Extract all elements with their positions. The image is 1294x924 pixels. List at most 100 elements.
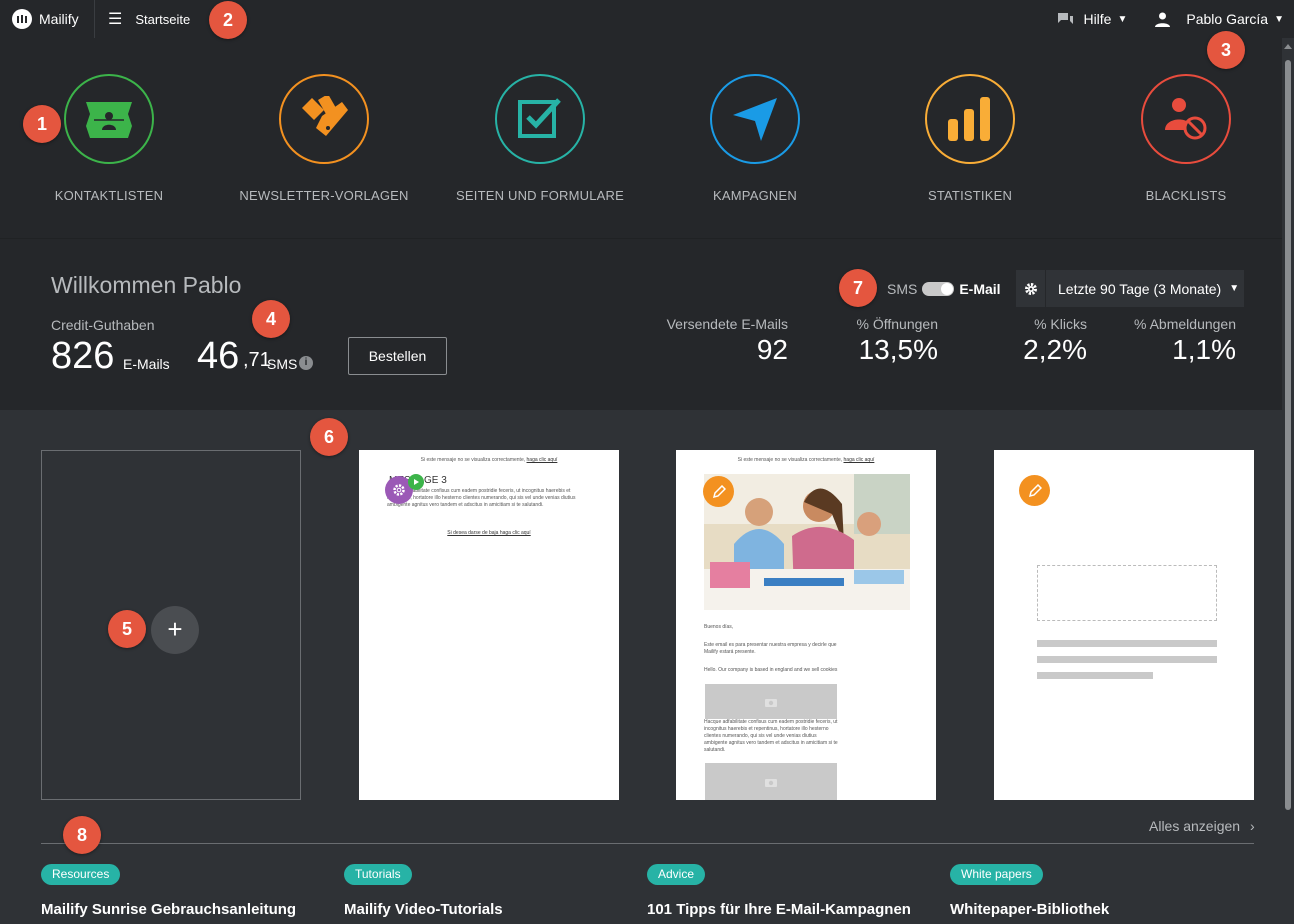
template-card-message-3[interactable]: Si este mensaje no se visualiza correcta… [359, 450, 619, 800]
metric-sent: Versendete E-Mails 92 [640, 316, 788, 366]
top-bar: Mailify ☰ Startseite Hilfe ▼ Pablo Garcí… [0, 0, 1294, 38]
metric-label: Versendete E-Mails [666, 316, 788, 332]
toggle-switch[interactable] [922, 282, 955, 296]
toggle-email-label: E-Mail [959, 281, 1001, 297]
tag-badge[interactable]: Advice [647, 864, 706, 885]
chat-bubbles-icon [1058, 12, 1074, 24]
callout-3: 3 [1207, 31, 1245, 69]
view-online-link[interactable]: haga clic aquí [527, 457, 558, 463]
show-all-label: Alles anzeigen [1149, 818, 1241, 834]
sms-credit-unit: SMS [267, 356, 298, 372]
tag-badge[interactable]: White papers [950, 864, 1043, 885]
logo-icon [12, 9, 32, 29]
resource-title[interactable]: Whitepaper-Bibliothek [950, 901, 1109, 918]
resource-title[interactable]: 101 Tipps für Ihre E-Mail-Kampagnen [647, 901, 911, 918]
metric-label: % Öffnungen [856, 316, 938, 332]
help-label: Hilfe [1083, 11, 1112, 27]
divider [41, 843, 1254, 844]
blacklist-icon [1141, 74, 1231, 164]
nav-newsletter-templates[interactable]: NEWSLETTER-VORLAGEN [214, 74, 434, 203]
form-check-icon [495, 74, 585, 164]
card-paragraph: Este email es para presentar nuestra emp… [704, 642, 837, 655]
callout-7: 7 [839, 269, 877, 307]
pencil-icon[interactable] [1019, 475, 1050, 506]
metric-unsubscribes: % Abmeldungen 1,1% [1106, 316, 1236, 366]
text-placeholder-line [1037, 656, 1217, 663]
callout-5: 5 [108, 610, 146, 648]
breadcrumb-home[interactable]: Startseite [135, 12, 190, 27]
view-online-text: Si este mensaje no se visualiza correcta… [737, 457, 843, 463]
nav-label: SEITEN UND FORMULARE [456, 188, 624, 203]
metric-value: 92 [756, 334, 788, 365]
nav-statistics[interactable]: STATISTIKEN [860, 74, 1080, 203]
callout-2: 2 [209, 1, 247, 39]
scroll-up-icon[interactable] [1284, 44, 1292, 49]
email-credit-value: 826 [51, 335, 115, 377]
user-icon [1155, 12, 1171, 27]
user-menu[interactable]: Pablo García ▼ [1155, 11, 1284, 27]
period-dropdown[interactable]: Letzte 90 Tage (3 Monate) ▼ [1046, 270, 1244, 307]
image-placeholder [1037, 565, 1217, 621]
metric-value: 13,5% [858, 334, 938, 365]
metric-value: 2,2% [1023, 334, 1087, 365]
toggle-sms-label: SMS [887, 281, 918, 297]
view-online-line: Si este mensaje no se visualiza correcta… [359, 457, 619, 463]
email-credit-unit: E-Mails [123, 356, 170, 372]
send-icon [710, 74, 800, 164]
template-card-students[interactable]: Si este mensaje no se visualiza correcta… [676, 450, 936, 800]
unsubscribe-line: Si desea darse de baja haga clic aquí [359, 530, 619, 536]
app-name: Mailify [39, 11, 79, 27]
pencil-icon[interactable] [703, 476, 734, 507]
view-online-text: Si este mensaje no se visualiza correcta… [420, 457, 526, 463]
chevron-down-icon: ▼ [1274, 13, 1284, 25]
metric-value: 1,1% [1172, 334, 1236, 365]
nav-blacklists[interactable]: BLACKLISTS [1076, 74, 1294, 203]
view-online-line: Si este mensaje no se visualiza correcta… [676, 457, 936, 463]
hero-photo-image [704, 474, 910, 610]
tag-badge[interactable]: Resources [41, 864, 121, 885]
image-placeholder [705, 684, 837, 719]
callout-6: 6 [310, 418, 348, 456]
help-menu[interactable]: Hilfe ▼ [1057, 11, 1127, 27]
new-template-card[interactable]: + [41, 450, 301, 800]
gear-icon[interactable] [1016, 270, 1046, 307]
play-icon[interactable] [408, 474, 424, 490]
metric-clicks: % Klicks 2,2% [987, 316, 1087, 366]
plus-icon[interactable]: + [151, 606, 199, 654]
user-name: Pablo García [1186, 11, 1269, 27]
welcome-heading: Willkommen Pablo [51, 272, 242, 298]
unsubscribe-link[interactable]: Si desea darse de baja haga clic aquí [447, 530, 530, 536]
nav-label: BLACKLISTS [1145, 188, 1227, 203]
template-card-blank[interactable] [994, 450, 1254, 800]
nav-label: KONTAKTLISTEN [54, 188, 164, 203]
sms-credit-value: 46 [197, 335, 240, 377]
order-button[interactable]: Bestellen [348, 337, 447, 375]
callout-4: 4 [252, 300, 290, 338]
resource-title[interactable]: Mailify Video-Tutorials [344, 901, 503, 918]
metric-label: % Abmeldungen [1134, 316, 1236, 332]
tag-badge[interactable]: Tutorials [344, 864, 412, 885]
camera-icon [765, 698, 777, 707]
hamburger-menu-icon[interactable]: ☰ [108, 9, 122, 29]
resource-title[interactable]: Mailify Sunrise Gebrauchsanleitung [41, 901, 296, 918]
module-navigation: KONTAKTLISTEN NEWSLETTER-VORLAGEN SEITEN… [0, 38, 1282, 238]
show-all-link[interactable]: Alles anzeigen › [1149, 818, 1255, 834]
card-body: Hacque adfabilitate confisus cum eadem p… [387, 488, 576, 508]
bar-chart-icon [925, 74, 1015, 164]
callout-1: 1 [23, 105, 61, 143]
card-paragraph: Hello. Our company is based in england a… [704, 667, 838, 673]
chevron-down-icon: ▼ [1229, 283, 1240, 294]
nav-pages-forms[interactable]: SEITEN UND FORMULARE [430, 74, 650, 203]
view-online-link[interactable]: haga clic aquí [844, 457, 875, 463]
nav-campaigns[interactable]: KAMPAGNEN [645, 74, 865, 203]
info-icon[interactable]: i [299, 356, 313, 370]
channel-toggle[interactable]: SMS E-Mail [887, 281, 1001, 297]
nav-label: NEWSLETTER-VORLAGEN [239, 188, 409, 203]
app-logo[interactable]: Mailify [0, 0, 95, 38]
image-placeholder [705, 763, 837, 800]
chevron-down-icon: ▼ [1117, 13, 1128, 25]
period-value: Letzte 90 Tage (3 Monate) [1058, 280, 1222, 297]
metric-opens: % Öffnungen 13,5% [818, 316, 938, 366]
template-icon [279, 74, 369, 164]
stats-panel: Willkommen Pablo Credit-Guthaben 826 E-M… [0, 238, 1282, 410]
